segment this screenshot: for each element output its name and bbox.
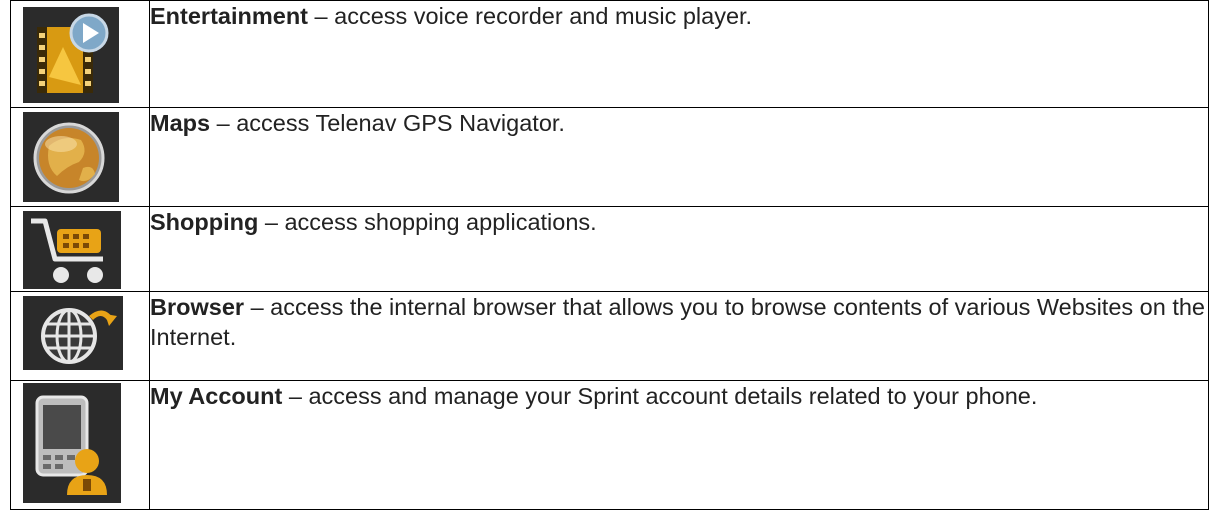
row-description: My Account – access and manage your Spri… <box>149 380 1209 510</box>
icon-cell <box>10 291 150 381</box>
row-title: Maps <box>150 110 211 136</box>
icon-cell <box>10 107 150 207</box>
row-description: Shopping – access shopping applications. <box>149 206 1209 292</box>
entertainment-film-play-icon <box>23 7 119 103</box>
shopping-cart-icon <box>23 211 121 289</box>
row-text: – access Telenav GPS Navigator. <box>210 110 565 136</box>
icon-cell <box>10 0 150 108</box>
icon-cell <box>10 206 150 292</box>
row-title: Shopping <box>150 209 259 235</box>
table-row: Shopping – access shopping applications. <box>10 206 1209 292</box>
row-title: Browser <box>150 294 245 320</box>
row-text: – access voice recorder and music player… <box>308 3 753 29</box>
row-text: – access shopping applications. <box>258 209 597 235</box>
row-text: – access the internal browser that allow… <box>150 294 1205 350</box>
table-row: My Account – access and manage your Spri… <box>10 380 1209 510</box>
row-description: Maps – access Telenav GPS Navigator. <box>149 107 1209 207</box>
row-text: – access and manage your Sprint account … <box>282 383 1038 409</box>
row-title: Entertainment <box>150 3 308 29</box>
table-row: Maps – access Telenav GPS Navigator. <box>10 107 1209 207</box>
row-title: My Account <box>150 383 283 409</box>
row-description: Browser – access the internal browser th… <box>149 291 1209 381</box>
feature-table: Entertainment – access voice recorder an… <box>10 0 1209 510</box>
table-row: Browser – access the internal browser th… <box>10 291 1209 381</box>
icon-cell <box>10 380 150 510</box>
row-description: Entertainment – access voice recorder an… <box>149 0 1209 108</box>
table-row: Entertainment – access voice recorder an… <box>10 0 1209 108</box>
maps-globe-icon <box>23 112 119 202</box>
browser-globe-icon <box>23 296 123 370</box>
my-account-phone-user-icon <box>23 383 121 503</box>
